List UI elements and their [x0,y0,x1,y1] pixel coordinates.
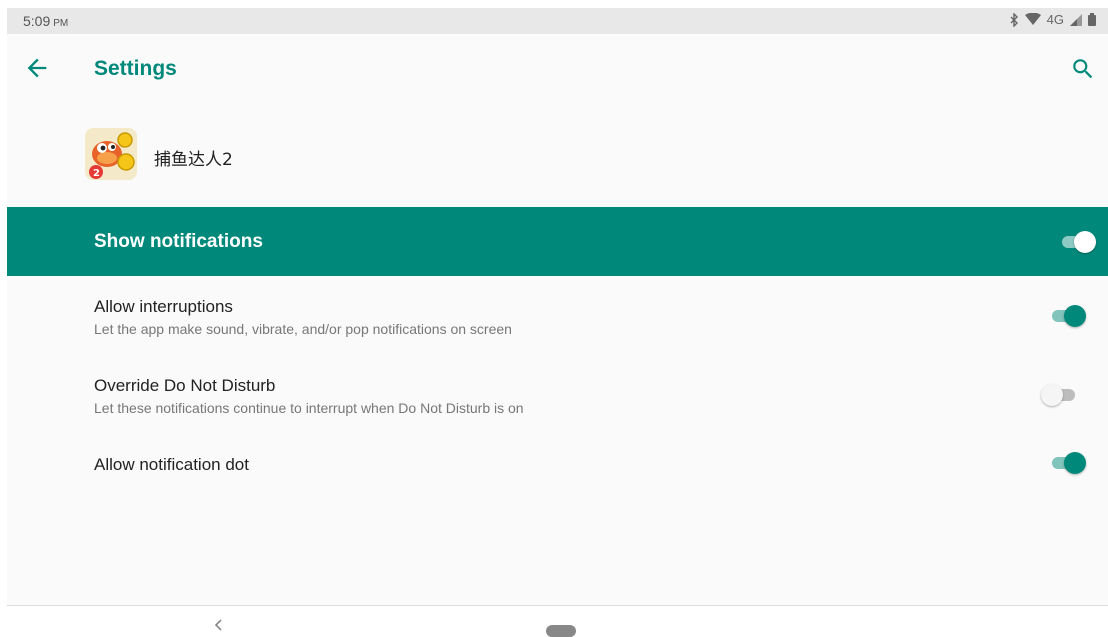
show-notifications-switch[interactable] [1060,231,1096,253]
show-notifications-label: Show notifications [94,231,263,252]
navigation-bar [7,606,1108,637]
back-button[interactable] [23,54,51,82]
notification-dot-row[interactable]: Allow notification dot [7,434,1108,494]
app-header: 2 捕鱼达人2 [7,106,1108,207]
search-button[interactable] [1070,56,1096,82]
page-title: Settings [94,57,177,80]
status-icons: 4G [1009,12,1096,27]
switch-thumb [1074,231,1096,253]
notification-dot-switch[interactable] [1050,452,1086,474]
switch-thumb [1041,384,1063,406]
wifi-icon [1024,13,1041,26]
nav-home-button[interactable] [546,625,576,637]
arrow-left-icon [27,58,47,78]
chevron-left-icon [214,619,222,631]
status-time: 5:09 PM [23,13,68,29]
search-icon [1073,59,1093,79]
allow-interruptions-summary: Let the app make sound, vibrate, and/or … [94,321,512,337]
override-dnd-row[interactable]: Override Do Not Disturb Let these notifi… [7,355,1108,434]
app-icon: 2 [85,128,137,180]
app-bar: Settings [7,34,1108,106]
network-type: 4G [1046,12,1064,27]
override-dnd-switch[interactable] [1041,384,1077,406]
switch-thumb [1064,452,1086,474]
signal-icon [1070,13,1082,26]
status-bar: 5:09 PM 4G [7,8,1108,34]
battery-icon [1088,13,1096,26]
nav-back-button[interactable] [214,618,224,636]
override-dnd-title: Override Do Not Disturb [94,376,276,395]
status-time-ampm: PM [53,18,69,29]
screen: 5:09 PM 4G Settings 2 捕鱼达人2 Show notific… [7,8,1108,637]
app-name: 捕鱼达人2 [154,150,233,170]
svg-text:2: 2 [93,168,100,179]
switch-thumb [1064,305,1086,327]
status-time-value: 5:09 [23,13,51,29]
show-notifications-row[interactable]: Show notifications [7,207,1108,276]
allow-interruptions-row[interactable]: Allow interruptions Let the app make sou… [7,276,1108,355]
bluetooth-icon [1009,12,1019,27]
allow-interruptions-title: Allow interruptions [94,297,233,316]
notification-dot-title: Allow notification dot [94,455,249,474]
override-dnd-summary: Let these notifications continue to inte… [94,400,524,416]
allow-interruptions-switch[interactable] [1050,305,1086,327]
